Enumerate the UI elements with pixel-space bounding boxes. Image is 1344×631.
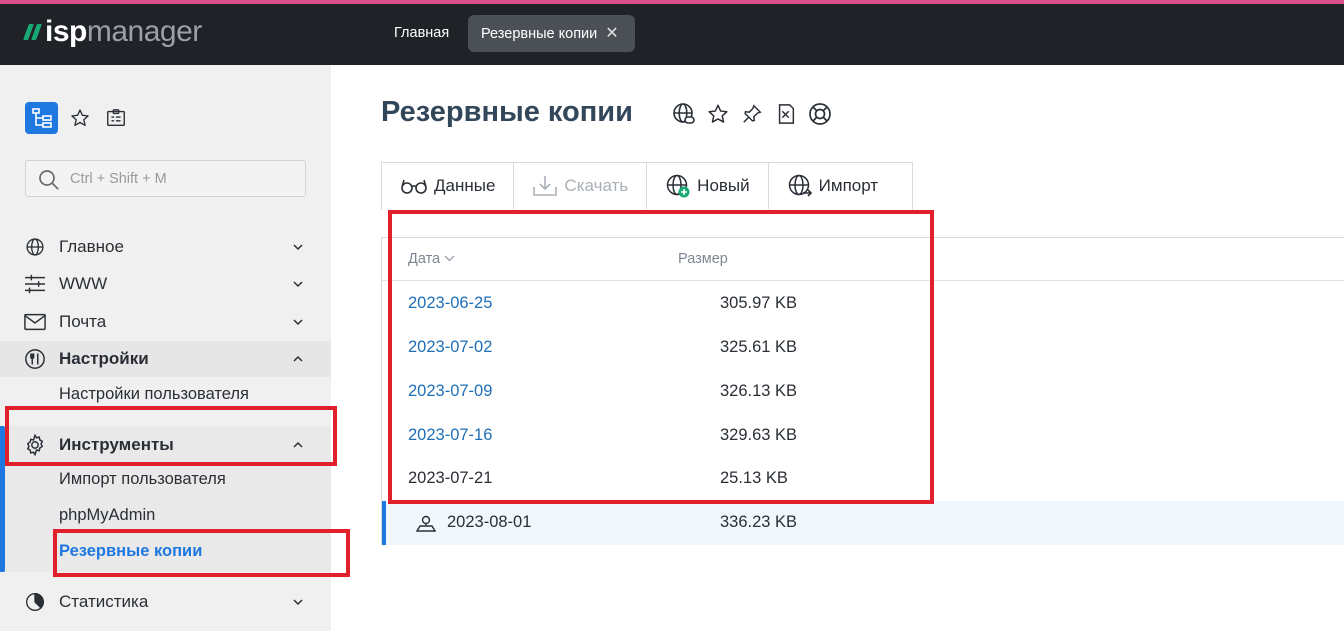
page-title: Резервные копии — [381, 96, 633, 128]
tab-backups-label: Резервные копии — [481, 26, 598, 42]
logo-icon — [23, 24, 42, 40]
search-icon — [39, 170, 59, 190]
toolbar: Данные Скачать Новый Импорт — [381, 162, 913, 210]
data-button[interactable]: Данные — [382, 163, 515, 209]
nav-settings[interactable]: Настройки — [0, 341, 331, 377]
tree-view-icon[interactable] — [25, 102, 58, 134]
star-icon[interactable] — [706, 101, 730, 127]
pin-icon[interactable] — [740, 101, 764, 127]
logo-text-primary: isp — [45, 15, 87, 48]
top-bar: ispmanager Главная Резервные копии ✕ — [0, 0, 1344, 65]
highlight-tools-box — [5, 406, 337, 466]
clipboard-icon[interactable] — [102, 104, 130, 132]
quick-actions — [25, 102, 130, 134]
nav-tools-phpmyadmin[interactable]: phpMyAdmin — [59, 506, 155, 525]
tab-home[interactable]: Главная — [381, 15, 462, 52]
nav-mail[interactable]: Почта — [0, 304, 331, 340]
nav-main[interactable]: Главное — [0, 229, 331, 265]
globe-import-icon — [788, 174, 812, 197]
tab-backups[interactable]: Резервные копии ✕ — [468, 15, 635, 52]
close-icon[interactable]: ✕ — [605, 25, 618, 42]
tab-home-label: Главная — [394, 25, 450, 41]
title-actions — [672, 101, 832, 127]
nav-stats[interactable]: Статистика — [0, 584, 331, 620]
nav-stats-label: Статистика — [59, 592, 149, 611]
download-button[interactable]: Скачать — [514, 163, 648, 209]
excel-export-icon[interactable] — [774, 101, 798, 127]
row-size: 336.23 KB — [720, 513, 798, 531]
chevron-down-icon — [293, 281, 303, 288]
lifebuoy-icon[interactable] — [808, 101, 832, 127]
chevron-down-icon — [293, 244, 303, 251]
nav-settings-user[interactable]: Настройки пользователя — [59, 385, 249, 404]
cutlery-icon — [24, 348, 46, 370]
mail-icon — [24, 311, 46, 333]
new-button[interactable]: Новый — [647, 163, 769, 209]
download-button-label: Скачать — [564, 176, 629, 195]
globe-lock-icon — [24, 236, 46, 258]
new-button-label: Новый — [697, 176, 750, 195]
globe-add-icon — [666, 174, 690, 198]
globe-link-icon[interactable] — [672, 101, 696, 127]
nav-settings-label: Настройки — [59, 349, 149, 368]
chevron-down-icon — [293, 319, 303, 326]
import-button[interactable]: Импорт — [769, 163, 896, 209]
chevron-down-icon — [293, 599, 303, 606]
nav-main-label: Главное — [59, 237, 124, 256]
import-button-label: Импорт — [818, 176, 879, 195]
star-icon[interactable] — [66, 104, 94, 132]
logo-text-secondary: manager — [86, 15, 202, 48]
highlight-table-box — [388, 210, 934, 504]
nav-tools-import[interactable]: Импорт пользователя — [59, 470, 226, 489]
user-location-icon — [416, 515, 436, 532]
chevron-up-icon — [293, 355, 303, 362]
nav-www[interactable]: WWW — [0, 266, 331, 302]
table-row-selected[interactable]: 2023-08-01 336.23 KB — [382, 501, 1344, 545]
highlight-backups-box — [53, 529, 350, 577]
download-icon — [533, 176, 558, 196]
glasses-icon — [401, 179, 427, 194]
nav-mail-label: Почта — [59, 312, 107, 331]
row-date: 2023-08-01 — [447, 513, 532, 531]
nav-www-label: WWW — [59, 274, 108, 293]
search-box[interactable] — [25, 160, 306, 197]
logo[interactable]: ispmanager — [23, 15, 202, 49]
pie-chart-icon — [24, 591, 46, 613]
data-button-label: Данные — [434, 176, 496, 195]
sliders-icon — [24, 273, 46, 295]
search-input[interactable] — [70, 167, 290, 191]
